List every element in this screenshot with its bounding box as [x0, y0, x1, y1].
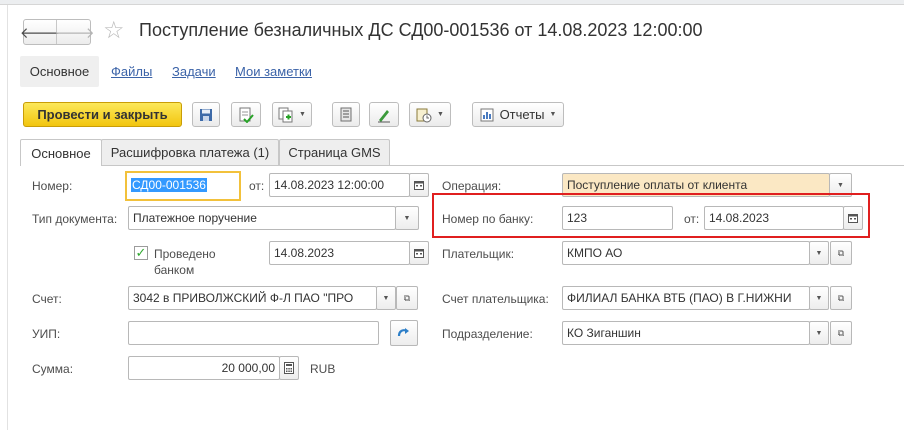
account-label: Счет:: [32, 292, 62, 306]
currency-label: RUB: [310, 362, 336, 376]
bank-posted-checkbox[interactable]: ✓: [134, 246, 148, 260]
bank-number-label: Номер по банку:: [442, 212, 534, 226]
open-icon: ⧉: [837, 247, 845, 258]
uip-label: УИП:: [32, 327, 61, 341]
doc-type-field[interactable]: Платежное поручение: [128, 206, 396, 230]
chevron-down-icon: ▼: [815, 249, 823, 257]
forward-button[interactable]: 🡒: [54, 20, 94, 44]
post-and-close-button[interactable]: Провести и закрыть: [23, 102, 182, 127]
tab-main[interactable]: Основное: [20, 139, 102, 166]
department-label: Подразделение:: [442, 327, 533, 341]
section-tasks[interactable]: Задачи: [172, 64, 216, 79]
left-panel-edge: [0, 5, 8, 430]
calendar-icon: [848, 214, 858, 223]
open-icon: ⧉: [403, 292, 411, 303]
report-icon: [480, 108, 494, 121]
bank-date-field[interactable]: 14.08.2023: [704, 206, 844, 230]
date-label: от:: [249, 179, 265, 193]
account-open-button[interactable]: ⧉: [396, 286, 418, 310]
chevron-down-icon: ▼: [549, 111, 557, 118]
account-field[interactable]: 3042 в ПРИВОЛЖСКИЙ Ф-Л ПАО "ПРО: [128, 286, 377, 310]
post-button[interactable]: [231, 102, 261, 127]
uip-field[interactable]: [128, 321, 379, 345]
amount-label: Сумма:: [32, 362, 74, 376]
tab-payment-breakdown[interactable]: Расшифровка платежа (1): [101, 139, 279, 165]
bank-posted-calendar-button[interactable]: [409, 241, 429, 265]
department-dropdown[interactable]: ▼: [809, 321, 829, 345]
chevron-down-icon: ▼: [382, 294, 390, 302]
open-icon: ⧉: [837, 292, 845, 303]
payer-account-dropdown[interactable]: ▼: [809, 286, 829, 310]
department-open-button[interactable]: ⧉: [830, 321, 852, 345]
open-icon: ⧉: [837, 327, 845, 338]
attach-button[interactable]: ▼: [409, 102, 451, 127]
star-icon[interactable]: ☆: [103, 17, 125, 45]
section-notes[interactable]: Мои заметки: [235, 64, 312, 79]
save-icon: [200, 108, 212, 121]
create-based-on-button[interactable]: ▼: [272, 102, 312, 127]
number-field[interactable]: СД00-001536: [129, 175, 237, 197]
payer-label: Плательщик:: [442, 247, 515, 261]
tab-divider: [20, 165, 904, 166]
section-files[interactable]: Файлы: [111, 64, 152, 79]
amount-calculator-button[interactable]: [279, 356, 299, 380]
attach-icon: [416, 108, 432, 122]
payer-dropdown[interactable]: ▼: [809, 241, 829, 265]
bank-posted-date-field[interactable]: 14.08.2023: [269, 241, 410, 265]
back-button[interactable]: 🡐: [20, 20, 60, 44]
list-button[interactable]: [332, 102, 360, 127]
payer-account-field[interactable]: ФИЛИАЛ БАНКА ВТБ (ПАО) В Г.НИЖНИ: [562, 286, 810, 310]
bank-number-field[interactable]: 123: [562, 206, 673, 230]
edit-icon: [378, 109, 390, 122]
section-main[interactable]: Основное: [20, 56, 99, 87]
number-label: Номер:: [32, 179, 73, 193]
refresh-arrow-icon: [397, 328, 409, 337]
calendar-icon: [414, 249, 424, 258]
navigation-group: 🡐 🡒: [20, 19, 95, 45]
chevron-down-icon: ▼: [299, 111, 306, 118]
calculator-icon: [284, 362, 294, 374]
payer-open-button[interactable]: ⧉: [830, 241, 852, 265]
list-icon: [340, 107, 352, 122]
department-field[interactable]: КО Зиганшин: [562, 321, 810, 345]
create-based-icon: [278, 107, 293, 122]
number-focus-frame: СД00-001536: [125, 171, 241, 201]
doc-type-dropdown[interactable]: ▼: [395, 206, 419, 230]
date-calendar-button[interactable]: [409, 173, 429, 197]
tab-gms-page[interactable]: Страница GMS: [279, 139, 390, 165]
post-icon: [239, 107, 254, 123]
date-field[interactable]: 14.08.2023 12:00:00: [269, 173, 410, 197]
doc-type-label: Тип документа:: [32, 212, 118, 226]
account-dropdown[interactable]: ▼: [376, 286, 396, 310]
chevron-down-icon: ▼: [815, 329, 823, 337]
bank-date-calendar-button[interactable]: [843, 206, 863, 230]
operation-label: Операция:: [442, 179, 502, 193]
chevron-down-icon: ▼: [437, 111, 444, 118]
chevron-down-icon: ▼: [837, 181, 844, 189]
save-button[interactable]: [192, 102, 220, 127]
calendar-icon: [414, 181, 424, 190]
bank-date-label: от:: [684, 212, 700, 226]
chevron-down-icon: ▼: [403, 214, 411, 222]
forward-arrow-icon: 🡒: [54, 24, 95, 42]
window-tab-strip: [0, 0, 904, 5]
amount-field[interactable]: 20 000,00: [128, 356, 280, 380]
reports-button[interactable]: Отчеты ▼: [472, 102, 564, 127]
number-value: СД00-001536: [131, 178, 207, 192]
payer-account-open-button[interactable]: ⧉: [830, 286, 852, 310]
chevron-down-icon: ▼: [815, 294, 823, 302]
uip-refresh-button[interactable]: [390, 320, 418, 346]
checkmark-icon: ✓: [135, 245, 147, 260]
edit-button[interactable]: [369, 102, 399, 127]
payer-field[interactable]: КМПО АО: [562, 241, 810, 265]
reports-label: Отчеты: [499, 107, 545, 122]
page-title: Поступление безналичных ДС СД00-001536 о…: [139, 20, 703, 40]
payer-account-label: Счет плательщика:: [442, 292, 549, 306]
bank-posted-label: Проведено банком: [154, 247, 216, 277]
